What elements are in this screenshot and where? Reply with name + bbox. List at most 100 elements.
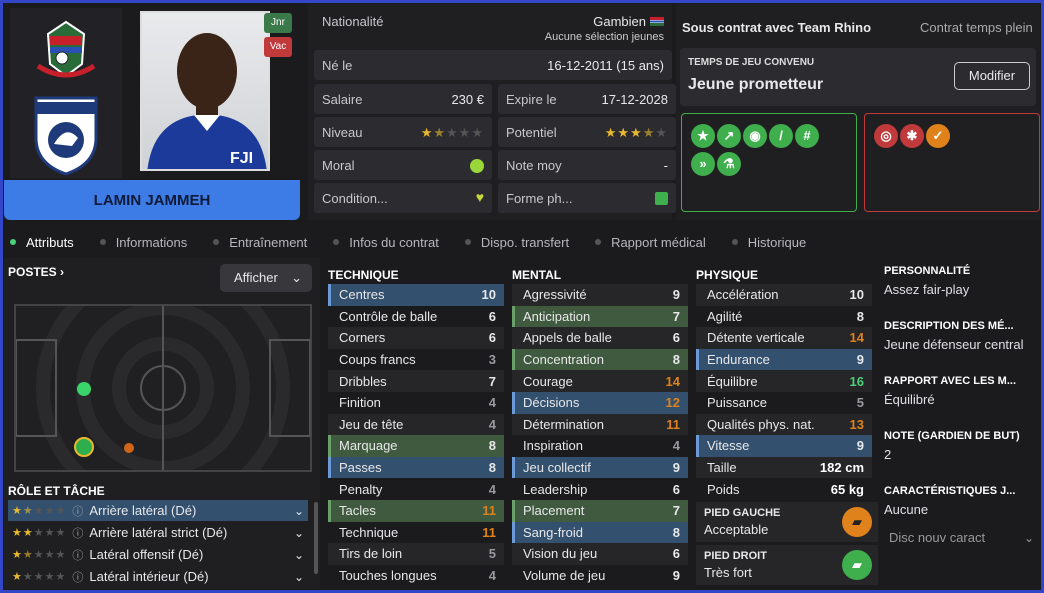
attribute-row[interactable]: Vitesse 9 — [696, 435, 872, 457]
attribute-row[interactable]: Sang-froid 8 — [512, 521, 688, 544]
attribute-row[interactable]: Leadership 6 — [512, 478, 688, 500]
chevron-down-icon[interactable]: ⌄ — [294, 570, 304, 584]
attribute-row[interactable]: Touches longues 4 — [328, 565, 504, 587]
chevron-down-icon[interactable]: ⌄ — [294, 526, 304, 540]
dizzy-trait-icon[interactable]: ✱ — [900, 124, 924, 148]
traits-section[interactable]: CARACTÉRISTIQUES J... Aucune — [884, 485, 1036, 517]
info-icon[interactable]: ⓘ — [72, 503, 83, 519]
tab-information[interactable]: Informations — [94, 235, 194, 250]
attribute-row[interactable]: Dribbles 7 — [328, 370, 504, 392]
attribute-row[interactable]: Appels de balle 6 — [512, 327, 688, 349]
attribute-row[interactable]: Taille 182 cm — [696, 456, 872, 479]
mind-trait-icon[interactable]: ◉ — [743, 124, 767, 148]
tab-medical[interactable]: Rapport médical — [589, 235, 712, 250]
attribute-row[interactable]: Courage 14 — [512, 370, 688, 392]
role-item[interactable]: ★★★★★ ⓘ Latéral intérieur (Dé) ⌄ — [8, 566, 308, 587]
attribute-row[interactable]: Jeu de tête 4 — [328, 413, 504, 436]
attribute-name: Agilité — [707, 308, 743, 324]
role-stars-icon: ★★★★★ — [12, 527, 67, 539]
description-section[interactable]: DESCRIPTION DES MÉ... Jeune défenseur cen… — [884, 320, 1036, 352]
attribute-row[interactable]: Anticipation 7 — [512, 305, 688, 328]
attribute-row[interactable]: Qualités phys. nat. 13 — [696, 413, 872, 436]
tab-training[interactable]: Entraînement — [207, 235, 313, 250]
attribute-row[interactable]: Tirs de loin 5 — [328, 543, 504, 565]
tab-transfer[interactable]: Dispo. transfert — [459, 235, 575, 250]
position-dot-icon[interactable] — [124, 443, 134, 453]
feet-trait-icon[interactable]: » — [691, 152, 715, 176]
position-dot-icon[interactable] — [74, 437, 94, 457]
nationality-value[interactable]: Gambien — [593, 14, 646, 29]
role-item[interactable]: ★★★★★ ⓘ Arrière latéral (Dé) ⌄ — [8, 500, 308, 521]
attribute-row[interactable]: Équilibre 16 — [696, 370, 872, 392]
attribute-name: Taille — [707, 460, 737, 476]
condition-row[interactable]: Condition... ♥ — [314, 183, 492, 213]
tab-history[interactable]: Historique — [726, 235, 813, 250]
attribute-row[interactable]: Placement 7 — [512, 499, 688, 522]
attribute-row[interactable]: Volume de jeu 9 — [512, 565, 688, 587]
national-team-crest-icon[interactable] — [10, 14, 122, 94]
attribute-row[interactable]: Technique 11 — [328, 522, 504, 544]
target-trait-icon[interactable]: ◎ — [874, 124, 898, 148]
contract-title[interactable]: Sous contrat avec Team Rhino — [682, 20, 871, 35]
attribute-row[interactable]: Passes 8 — [328, 456, 504, 479]
info-icon[interactable]: ⓘ — [72, 569, 83, 585]
positions-title[interactable]: POSTES › — [8, 265, 64, 279]
tab-contract[interactable]: Infos du contrat — [327, 235, 445, 250]
flask-trait-icon[interactable]: ⚗ — [717, 152, 741, 176]
vacation-badge[interactable]: Vac — [264, 37, 292, 57]
club-crest-icon[interactable] — [10, 94, 122, 176]
attribute-row[interactable]: Accélération 10 — [696, 284, 872, 306]
attribute-row[interactable]: Inspiration 4 — [512, 435, 688, 457]
attribute-row[interactable]: Poids 65 kg — [696, 478, 872, 500]
moral-row[interactable]: Moral — [314, 150, 492, 180]
attribute-row[interactable]: Contrôle de balle 6 — [328, 306, 504, 328]
attribute-row[interactable]: Concentration 8 — [512, 348, 688, 371]
chevron-down-icon[interactable]: ⌄ — [1024, 531, 1034, 545]
attribute-row[interactable]: Vision du jeu 6 — [512, 543, 688, 565]
growth-trait-icon[interactable]: ↗ — [717, 124, 741, 148]
potential-row[interactable]: Potentiel ★★★★★ — [498, 117, 676, 147]
attribute-row[interactable]: Tacles 11 — [328, 499, 504, 522]
level-row[interactable]: Niveau ★★★★★ — [314, 117, 492, 147]
info-icon[interactable]: ⓘ — [72, 547, 83, 563]
role-item[interactable]: ★★★★★ ⓘ Arrière latéral strict (Dé) ⌄ — [8, 522, 308, 543]
injury-trait-icon[interactable]: ✓ — [926, 124, 950, 148]
modify-button[interactable]: Modifier — [954, 62, 1030, 90]
form-row[interactable]: Forme ph... — [498, 183, 676, 213]
tab-attributes[interactable]: Attributs — [4, 235, 80, 250]
roles-scrollbar[interactable] — [314, 502, 318, 574]
attribute-row[interactable]: Décisions 12 — [512, 391, 688, 414]
player-portrait-icon: FJI — [147, 33, 267, 169]
attribute-row[interactable]: Agressivité 9 — [512, 284, 688, 306]
junior-badge[interactable]: Jnr — [264, 13, 292, 33]
attribute-row[interactable]: Endurance 9 — [696, 348, 872, 371]
attribute-row[interactable]: Coups francs 3 — [328, 349, 504, 371]
attribute-row[interactable]: Puissance 5 — [696, 392, 872, 414]
attribute-row[interactable]: Finition 4 — [328, 392, 504, 414]
new-trait-label[interactable]: Disc nouv caract — [889, 530, 985, 545]
relation-section[interactable]: RAPPORT AVEC LES M... Équilibré — [884, 375, 1036, 407]
attribute-row[interactable]: Détermination 11 — [512, 413, 688, 436]
show-dropdown[interactable]: Afficher ⌄ — [220, 264, 312, 292]
attribute-row[interactable]: Jeu collectif 9 — [512, 456, 688, 479]
born-value: 16-12-2011 (15 ans) — [547, 58, 664, 73]
net-trait-icon[interactable]: # — [795, 124, 819, 148]
attribute-row[interactable]: Marquage 8 — [328, 435, 504, 457]
role-item[interactable]: ★★★★★ ⓘ Latéral offensif (Dé) ⌄ — [8, 544, 308, 565]
attribute-row[interactable]: Corners 6 — [328, 327, 504, 349]
star-trait-icon[interactable]: ★ — [691, 124, 715, 148]
attribute-name: Leadership — [523, 481, 588, 497]
position-dot-icon[interactable] — [77, 382, 91, 396]
chevron-down-icon[interactable]: ⌄ — [294, 548, 304, 562]
boot-trait-icon[interactable]: / — [769, 124, 793, 148]
gk-section[interactable]: NOTE (GARDIEN DE BUT) 2 — [884, 430, 1036, 462]
attribute-value: 16 — [849, 373, 864, 389]
attribute-row[interactable]: Centres 10 — [328, 284, 504, 306]
attribute-row[interactable]: Penalty 4 — [328, 478, 504, 500]
chevron-down-icon[interactable]: ⌄ — [294, 504, 304, 518]
info-icon[interactable]: ⓘ — [72, 525, 83, 541]
attribute-row[interactable]: Agilité 8 — [696, 306, 872, 328]
attribute-value: 65 kg — [830, 481, 864, 497]
personality-section[interactable]: PERSONNALITÉ Assez fair-play — [884, 265, 1036, 297]
attribute-row[interactable]: Détente verticale 14 — [696, 327, 872, 349]
